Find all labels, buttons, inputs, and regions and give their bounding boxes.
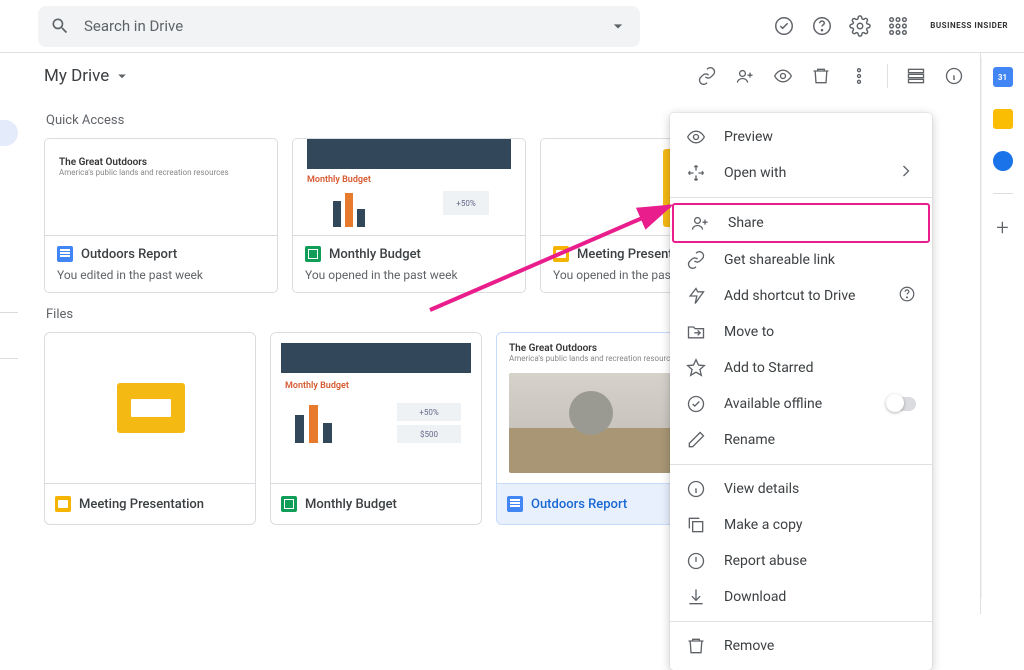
menu-available-offline[interactable]: Available offline	[670, 386, 932, 422]
file-card[interactable]: Meeting Presentation	[44, 332, 256, 525]
side-panel: +	[980, 53, 1024, 614]
doc-icon	[507, 496, 523, 512]
sheet-icon	[305, 246, 321, 262]
offline-toggle[interactable]	[888, 397, 916, 411]
preview-thumbnail: The Great Outdoors America's public land…	[45, 139, 277, 235]
settings-icon[interactable]	[848, 14, 872, 38]
help-icon[interactable]	[810, 14, 834, 38]
menu-get-link[interactable]: Get shareable link	[670, 242, 932, 278]
view-details-button[interactable]	[944, 66, 964, 86]
calendar-app-icon[interactable]	[993, 67, 1013, 87]
menu-report-abuse[interactable]: Report abuse	[670, 543, 932, 579]
slide-icon	[55, 496, 71, 512]
chevron-down-icon	[113, 67, 131, 85]
ready-offline-icon[interactable]	[772, 14, 796, 38]
preview-thumbnail	[45, 333, 255, 483]
menu-preview[interactable]: Preview	[670, 119, 932, 155]
share-highlight: Share	[672, 203, 930, 243]
doc-icon	[57, 246, 73, 262]
preview-thumbnail: Monthly Budget +50%	[293, 139, 525, 235]
delete-button[interactable]	[811, 66, 831, 86]
menu-view-details[interactable]: View details	[670, 471, 932, 507]
add-app-button[interactable]: +	[996, 216, 1008, 241]
quick-access-card[interactable]: Monthly Budget +50% Monthly Budget You o…	[292, 138, 526, 293]
menu-rename[interactable]: Rename	[670, 422, 932, 458]
sheet-icon	[281, 496, 297, 512]
preview-thumbnail: Monthly Budget +50%$500	[271, 333, 481, 483]
menu-download[interactable]: Download	[670, 579, 932, 615]
get-link-button[interactable]	[697, 66, 717, 86]
search-icon	[50, 16, 70, 36]
menu-remove[interactable]: Remove	[670, 628, 932, 664]
sidebar-collapsed-indicator	[0, 120, 18, 146]
menu-add-shortcut[interactable]: Add shortcut to Drive	[670, 278, 932, 314]
more-actions-button[interactable]	[849, 66, 869, 86]
slide-icon	[553, 246, 569, 262]
menu-add-starred[interactable]: Add to Starred	[670, 350, 932, 386]
search-placeholder: Search in Drive	[84, 17, 608, 35]
share-button[interactable]	[735, 66, 755, 86]
keep-app-icon[interactable]	[993, 109, 1013, 129]
menu-move-to[interactable]: Move to	[670, 314, 932, 350]
tasks-app-icon[interactable]	[993, 151, 1013, 171]
brand-label: BUSINESS INSIDER	[930, 22, 1008, 30]
search-dropdown-icon[interactable]	[608, 16, 628, 36]
help-icon[interactable]	[898, 285, 916, 307]
breadcrumb-my-drive[interactable]: My Drive	[44, 66, 131, 86]
menu-open-with[interactable]: Open with	[670, 155, 932, 191]
preview-button[interactable]	[773, 66, 793, 86]
search-bar[interactable]: Search in Drive	[38, 6, 640, 47]
menu-share[interactable]: Share	[674, 205, 928, 241]
chevron-right-icon	[896, 161, 916, 185]
apps-icon[interactable]	[886, 14, 910, 38]
file-card[interactable]: Monthly Budget +50%$500 Monthly Budget	[270, 332, 482, 525]
context-menu: Preview Open with Share Get shareable li…	[670, 113, 932, 670]
menu-make-copy[interactable]: Make a copy	[670, 507, 932, 543]
quick-access-card[interactable]: The Great Outdoors America's public land…	[44, 138, 278, 293]
list-view-button[interactable]	[906, 66, 926, 86]
